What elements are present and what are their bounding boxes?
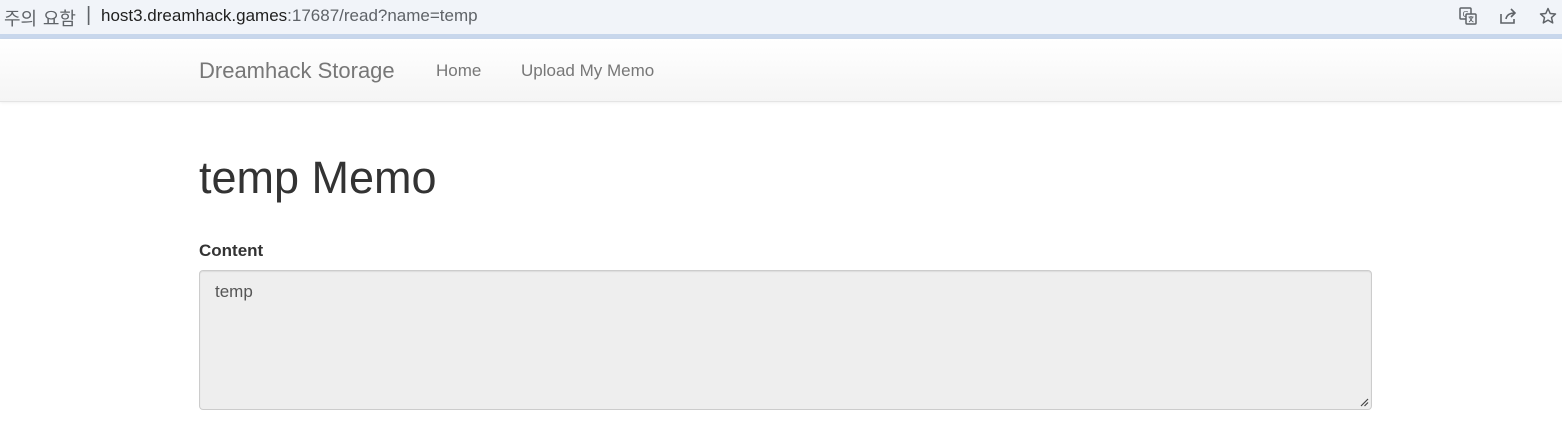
page-title: temp Memo	[199, 152, 437, 203]
address-separator: |	[86, 4, 92, 26]
url-host: host3.dreamhack.games	[101, 6, 288, 25]
url-field[interactable]: host3.dreamhack.games:17687/read?name=te…	[101, 6, 478, 26]
content-text: temp	[215, 282, 253, 301]
site-navbar: Dreamhack Storage Home Upload My Memo	[0, 39, 1562, 102]
resize-handle-icon[interactable]	[1359, 397, 1369, 407]
navbar-brand[interactable]: Dreamhack Storage	[199, 58, 395, 84]
bookmark-star-icon[interactable]	[1538, 6, 1558, 26]
content-label: Content	[199, 241, 264, 260]
url-path: :17687/read?name=temp	[287, 6, 478, 25]
nav-link-upload-memo[interactable]: Upload My Memo	[521, 61, 654, 81]
share-icon[interactable]	[1498, 6, 1518, 26]
content-textarea[interactable]: temp	[199, 270, 1372, 410]
translate-icon[interactable]: G	[1458, 6, 1478, 26]
nav-link-home[interactable]: Home	[436, 61, 481, 81]
security-warning[interactable]: 주의 요함	[4, 5, 76, 31]
browser-address-bar: 주의 요함 | host3.dreamhack.games:17687/read…	[0, 0, 1562, 39]
